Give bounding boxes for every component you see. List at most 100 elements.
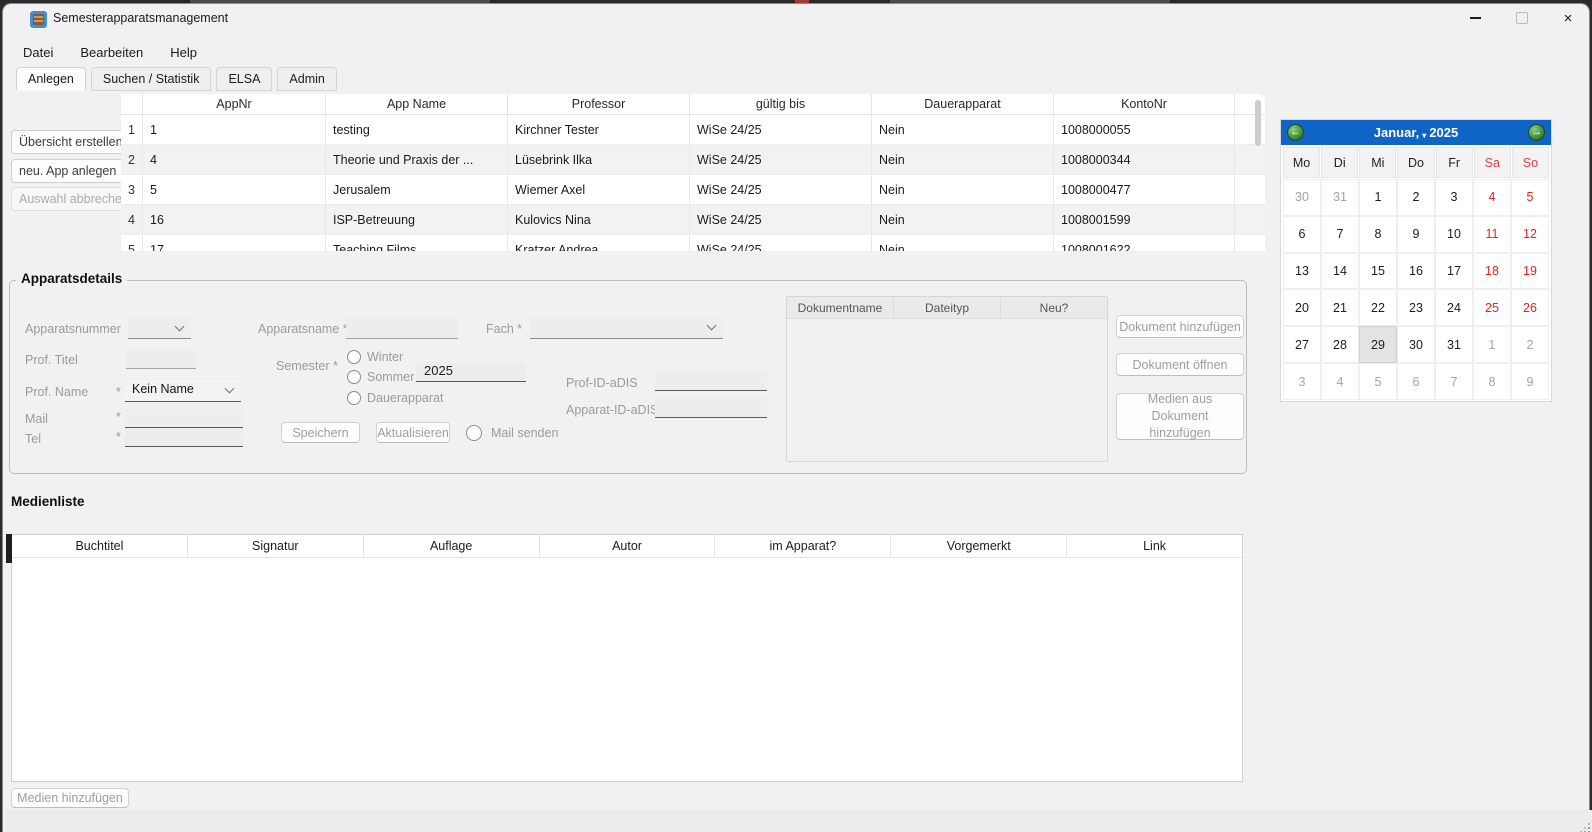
media-column-header[interactable]: Link [1067, 535, 1242, 557]
calendar-day[interactable]: 2 [1397, 179, 1435, 216]
calendar-day[interactable]: 11 [1473, 216, 1511, 253]
table-row[interactable]: 416ISP-BetreuungKulovics NinaWiSe 24/25N… [121, 205, 1265, 235]
medien-aus-dokument-button[interactable]: Medien aus Dokument hinzufügen [1116, 393, 1244, 440]
tab-anlegen[interactable]: Anlegen [16, 67, 86, 91]
calendar-day[interactable]: 15 [1359, 253, 1397, 290]
calendar-day[interactable]: 9 [1511, 363, 1549, 400]
media-column-header[interactable]: Buchtitel [12, 535, 188, 557]
radio-sommer[interactable] [347, 370, 361, 384]
calendar-day[interactable]: 31 [1321, 179, 1359, 216]
calendar-day[interactable]: 5 [1359, 363, 1397, 400]
calendar-day[interactable]: 4 [1473, 179, 1511, 216]
close-button[interactable]: × [1553, 4, 1583, 32]
apps-column-header[interactable]: gültig bis [690, 94, 872, 114]
sidebar-button-1[interactable]: Übersicht erstellen [11, 130, 131, 154]
mail-field[interactable] [125, 409, 243, 428]
menu-item-datei[interactable]: Datei [23, 43, 53, 62]
sidebar-button-2[interactable]: neu. App anlegen [11, 159, 124, 183]
calendar-day[interactable]: 24 [1435, 289, 1473, 326]
prof-name-dropdown[interactable]: Kein Name [125, 380, 241, 402]
menu-item-bearbeiten[interactable]: Bearbeiten [80, 43, 143, 62]
calendar-month[interactable]: Januar, [1374, 125, 1420, 140]
radio-winter[interactable] [347, 350, 361, 364]
media-column-header[interactable]: Autor [540, 535, 716, 557]
apps-column-header[interactable]: AppNr [143, 94, 326, 114]
calendar-next-button[interactable]: → [1528, 124, 1545, 141]
calendar-day[interactable]: 16 [1397, 253, 1435, 290]
apps-column-header[interactable]: Dauerapparat [872, 94, 1054, 114]
calendar-day[interactable]: 12 [1511, 216, 1549, 253]
calendar-day[interactable]: 30 [1283, 179, 1321, 216]
calendar-day[interactable]: 19 [1511, 253, 1549, 290]
tab-admin[interactable]: Admin [277, 67, 336, 91]
apps-column-header[interactable]: KontoNr [1054, 94, 1235, 114]
prof-id-adis-field[interactable] [655, 371, 767, 391]
calendar-day[interactable]: 6 [1397, 363, 1435, 400]
label-sommer[interactable]: Sommer [367, 370, 414, 384]
label-mail-senden[interactable]: Mail senden [491, 426, 558, 440]
calendar-day[interactable]: 4 [1321, 363, 1359, 400]
calendar-day[interactable]: 17 [1435, 253, 1473, 290]
apparatsnummer-dropdown[interactable] [128, 318, 191, 339]
label-winter[interactable]: Winter [367, 350, 403, 364]
aktualisieren-button[interactable]: Aktualisieren [376, 422, 450, 443]
dokument-hinzufuegen-button[interactable]: Dokument hinzufügen [1116, 315, 1244, 338]
calendar-day[interactable]: 2 [1511, 326, 1549, 363]
calendar-day[interactable]: 20 [1283, 289, 1321, 326]
calendar-day[interactable]: 27 [1283, 326, 1321, 363]
tel-field[interactable] [125, 428, 243, 447]
minimize-button[interactable] [1460, 4, 1490, 32]
apparat-id-adis-field[interactable] [655, 398, 767, 418]
calendar-day[interactable]: 5 [1511, 179, 1549, 216]
calendar-day[interactable]: 25 [1473, 289, 1511, 326]
fach-dropdown[interactable] [530, 317, 723, 339]
apps-column-header[interactable]: Professor [508, 94, 690, 114]
table-row[interactable]: 517Teaching FilmsKratzer AndreaWiSe 24/2… [121, 235, 1265, 251]
mail-senden-checkbox[interactable] [466, 425, 482, 441]
media-column-header[interactable]: im Apparat? [715, 535, 891, 557]
tab-suchen-statistik[interactable]: Suchen / Statistik [91, 67, 212, 91]
calendar-day[interactable]: 8 [1473, 363, 1511, 400]
calendar-day[interactable]: 1 [1473, 326, 1511, 363]
calendar-day[interactable]: 1 [1359, 179, 1397, 216]
apps-column-header[interactable]: App Name [326, 94, 508, 114]
table-row[interactable]: 35JerusalemWiemer AxelWiSe 24/25Nein1008… [121, 175, 1265, 205]
calendar-day[interactable]: 14 [1321, 253, 1359, 290]
calendar-day[interactable]: 3 [1283, 363, 1321, 400]
menu-item-help[interactable]: Help [170, 43, 197, 62]
calendar-day[interactable]: 30 [1397, 326, 1435, 363]
calendar-day[interactable]: 31 [1435, 326, 1473, 363]
tab-elsa[interactable]: ELSA [216, 67, 272, 91]
calendar-day[interactable]: 21 [1321, 289, 1359, 326]
prof-titel-field[interactable] [126, 349, 196, 369]
label-dauerapparat[interactable]: Dauerapparat [367, 391, 443, 405]
radio-dauerapparat[interactable] [347, 391, 361, 405]
calendar-year[interactable]: 2025 [1429, 125, 1458, 140]
maximize-button[interactable] [1507, 4, 1537, 32]
calendar-day[interactable]: 28 [1321, 326, 1359, 363]
calendar-day[interactable]: 7 [1321, 216, 1359, 253]
calendar-day[interactable]: 6 [1283, 216, 1321, 253]
title-bar[interactable]: Semesterapparatsmanagement × [3, 4, 1589, 34]
dokument-oeffnen-button[interactable]: Dokument öffnen [1116, 353, 1244, 376]
calendar-day[interactable]: 18 [1473, 253, 1511, 290]
calendar-prev-button[interactable]: ← [1287, 124, 1304, 141]
sidebar-button-3[interactable]: Auswahl abbrechen [11, 187, 137, 211]
speichern-button[interactable]: Speichern [281, 422, 360, 443]
table-row[interactable]: 11testingKirchner TesterWiSe 24/25Nein10… [121, 115, 1265, 145]
calendar-day[interactable]: 23 [1397, 289, 1435, 326]
resize-grip-icon[interactable] [1580, 823, 1582, 825]
media-column-header[interactable]: Vorgemerkt [891, 535, 1067, 557]
calendar-day[interactable]: 26 [1511, 289, 1549, 326]
apps-table-scrollbar[interactable] [1255, 100, 1261, 146]
medien-hinzufuegen-button[interactable]: Medien hinzufügen [11, 788, 129, 808]
calendar-day[interactable]: 3 [1435, 179, 1473, 216]
media-column-header[interactable]: Signatur [188, 535, 364, 557]
calendar-day[interactable]: 22 [1359, 289, 1397, 326]
table-row[interactable]: 24Theorie und Praxis der ...Lüsebrink Il… [121, 145, 1265, 175]
calendar-day[interactable]: 10 [1435, 216, 1473, 253]
calendar-day[interactable]: 29 [1359, 326, 1397, 363]
calendar-day[interactable]: 8 [1359, 216, 1397, 253]
media-column-header[interactable]: Auflage [364, 535, 540, 557]
calendar-day[interactable]: 13 [1283, 253, 1321, 290]
